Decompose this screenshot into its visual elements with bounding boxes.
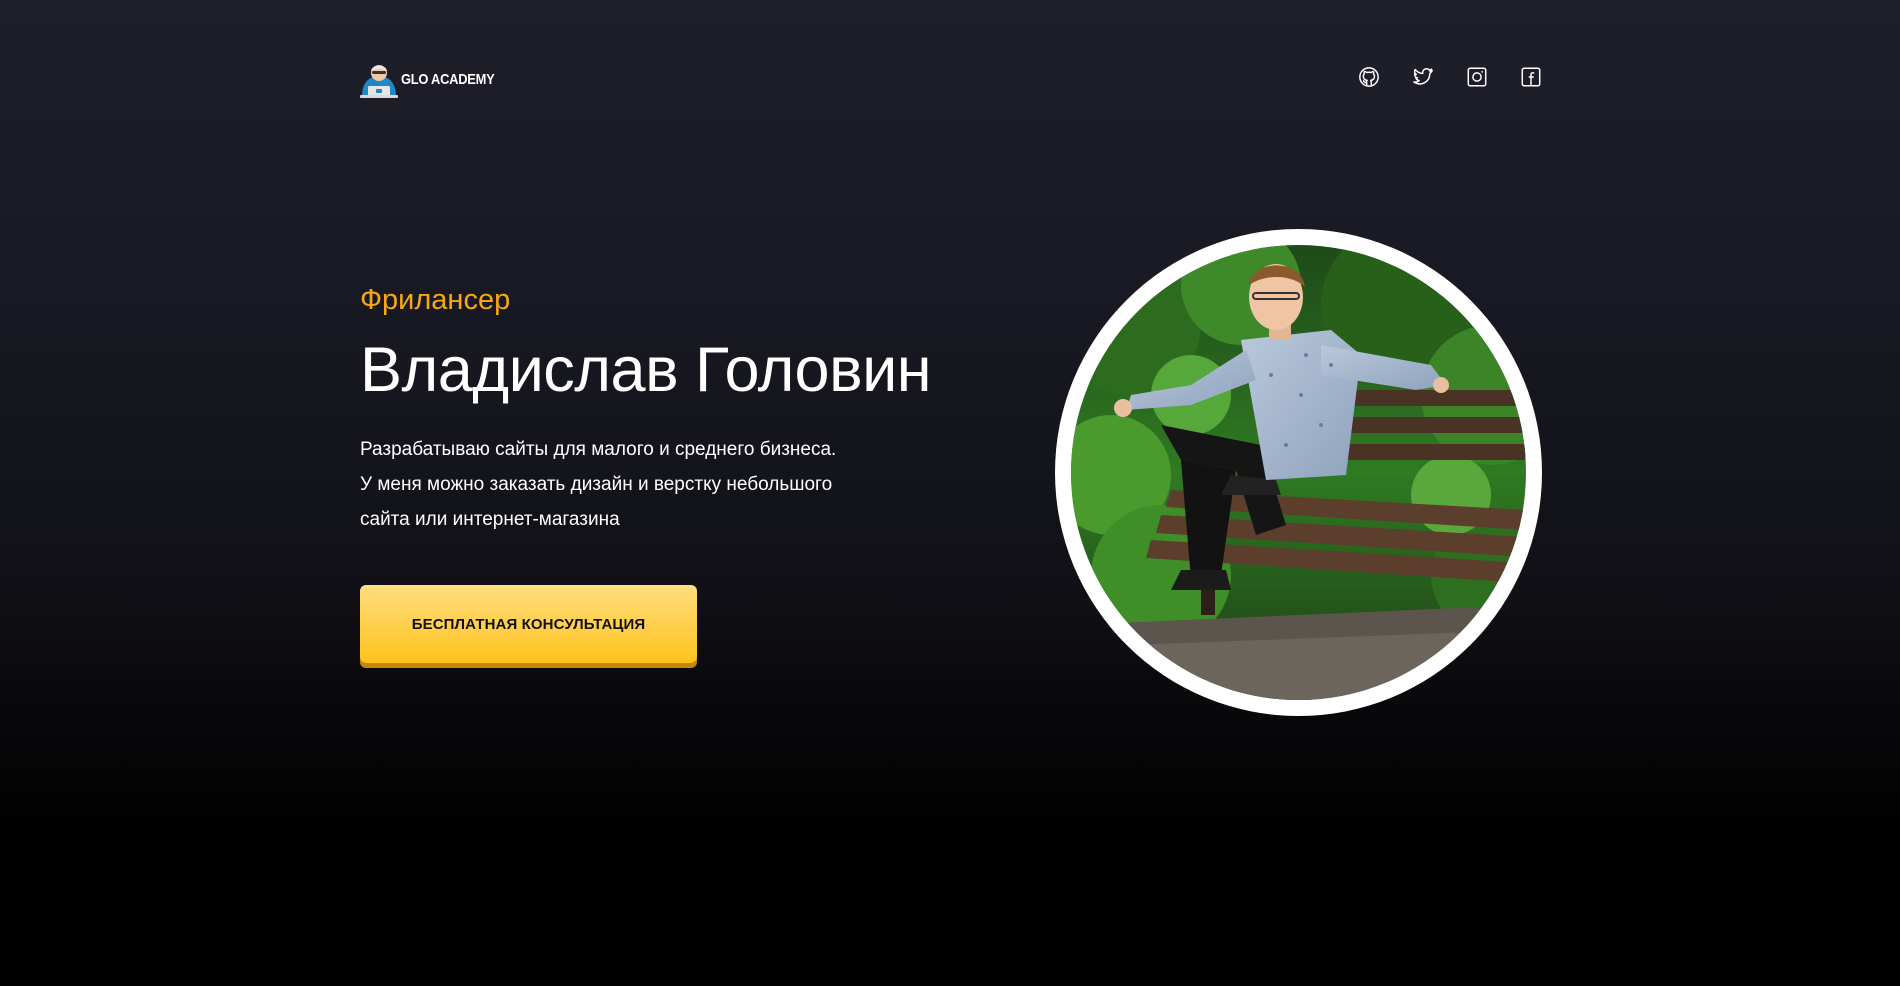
instagram-icon xyxy=(1467,67,1487,87)
page-container: GLO ACADEMY Фрилансер Владислав Головин … xyxy=(360,0,1542,986)
twitter-link[interactable] xyxy=(1412,66,1434,88)
facebook-link[interactable] xyxy=(1520,66,1542,88)
hero-title: Владислав Головин xyxy=(360,335,932,405)
logo-link[interactable]: GLO ACADEMY xyxy=(360,60,510,98)
logo-mascot-icon xyxy=(360,60,398,98)
github-link[interactable] xyxy=(1358,66,1380,88)
twitter-icon xyxy=(1413,68,1433,85)
portrait-photo xyxy=(1071,245,1526,700)
logo-text: GLO ACADEMY xyxy=(401,70,495,88)
instagram-link[interactable] xyxy=(1466,66,1488,88)
description-line: сайта или интернет-магазина xyxy=(360,509,620,530)
social-links xyxy=(1358,66,1542,88)
description-line: Разрабатываю сайты для малого и среднего… xyxy=(360,439,837,460)
portrait-frame xyxy=(1055,229,1542,716)
facebook-icon xyxy=(1521,67,1541,87)
free-consultation-button[interactable]: БЕСПЛАТНАЯ КОНСУЛЬТАЦИЯ xyxy=(360,585,697,663)
hero-subtitle: Фрилансер xyxy=(360,284,511,316)
github-icon xyxy=(1359,67,1379,87)
hero-description: Разрабатываю сайты для малого и среднего… xyxy=(360,432,920,537)
site-header: GLO ACADEMY xyxy=(360,60,1542,100)
description-line: У меня можно заказать дизайн и верстку н… xyxy=(360,474,833,495)
